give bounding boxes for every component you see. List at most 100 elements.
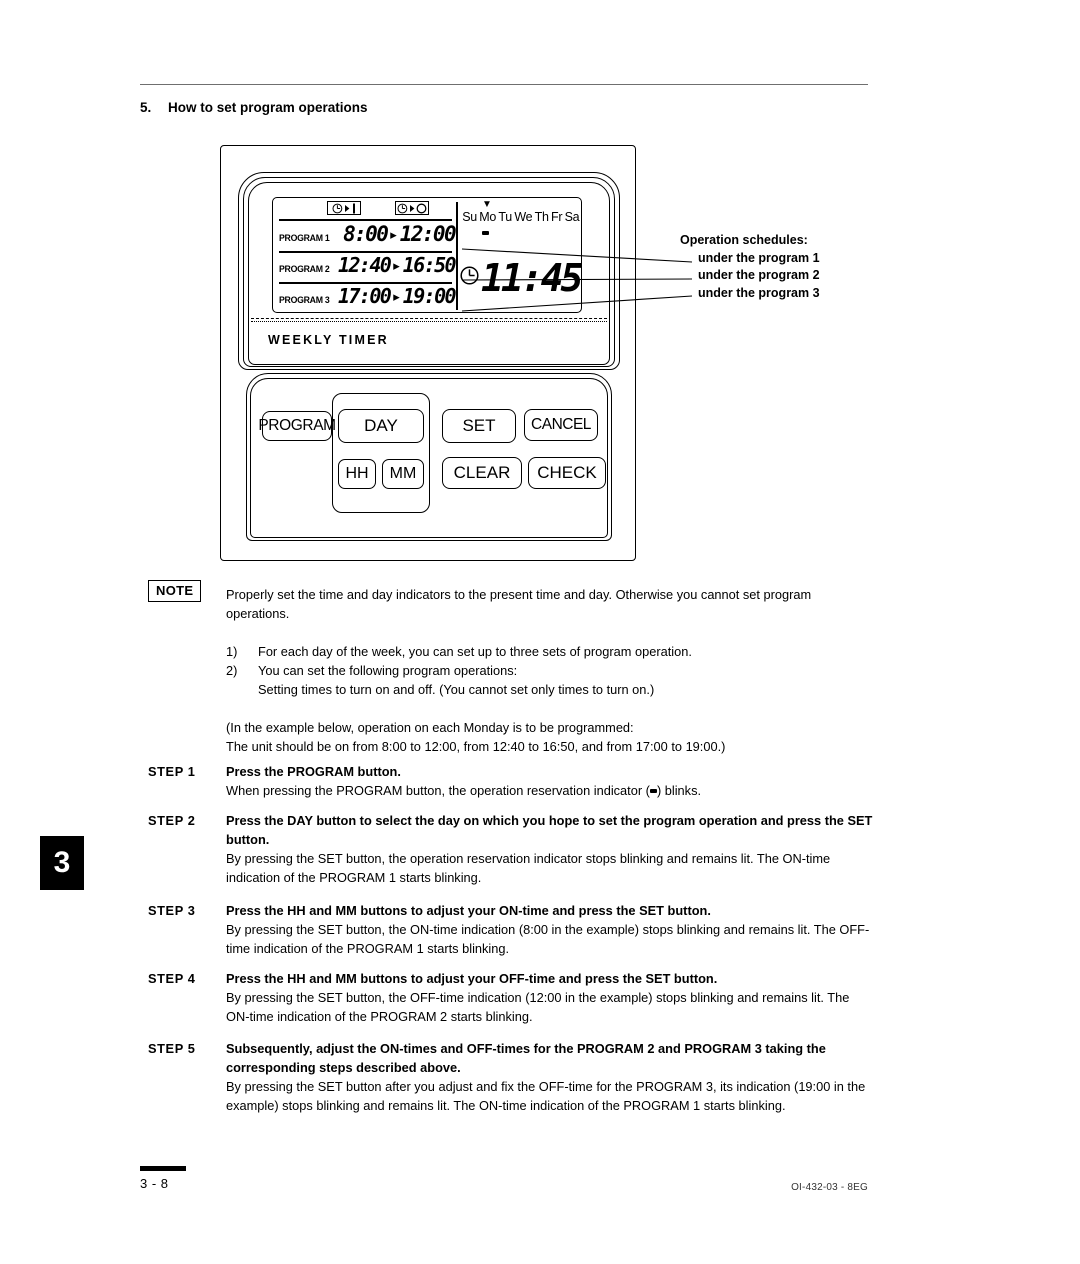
lcd-panel: PROGRAM 1 8:00 ▸ 12:00 PROGRAM 2 12:40 ▸…	[272, 197, 583, 313]
reservation-indicator-dot	[482, 231, 489, 235]
day-we: We	[514, 210, 533, 224]
note-body: Properly set the time and day indicators…	[226, 585, 876, 756]
section-heading: 5. How to set program operations	[140, 100, 368, 115]
step-label: STEP 5	[148, 1041, 196, 1056]
program-label: PROGRAM 1	[279, 233, 330, 244]
day-su: Su	[462, 210, 477, 224]
program-times: 17:00 ▸ 19:00	[329, 284, 457, 308]
note-item-text: You can set the following program operat…	[258, 663, 518, 678]
clock-icon	[460, 266, 479, 290]
mm-button[interactable]: MM	[382, 459, 424, 489]
note-paragraph: Properly set the time and day indicators…	[226, 587, 812, 621]
clear-button[interactable]: CLEAR	[442, 457, 522, 489]
program-on-time: 12:40	[338, 253, 392, 277]
weekly-timer-illustration: WEEKLY TIMER PROGRAM 1 8:00 ▸ 12:00 PROG…	[220, 145, 638, 563]
note-example-line-1: (In the example below, operation on each…	[226, 720, 634, 735]
set-button[interactable]: SET	[442, 409, 516, 443]
page-title: How to set program operations	[168, 100, 368, 115]
footer-page-number: 3 - 8	[140, 1176, 169, 1191]
note-example-line-2: The unit should be on from 8:00 to 12:00…	[226, 739, 726, 754]
step-detail: By pressing the SET button after you adj…	[226, 1079, 866, 1113]
note-item-marker: 1)	[226, 644, 238, 659]
reservation-indicator-glyph	[649, 788, 657, 793]
step-label: STEP 1	[148, 764, 196, 779]
program-label: PROGRAM 3	[279, 295, 330, 306]
step-detail-pre: When pressing the PROGRAM button, the op…	[226, 783, 650, 798]
brand-label: WEEKLY TIMER	[268, 333, 389, 347]
step-detail: When pressing the PROGRAM button, the op…	[226, 783, 701, 798]
housing-seam-line-2	[251, 321, 607, 322]
program-button[interactable]: PROGRAM	[258, 411, 336, 441]
note-item-marker: 2)	[226, 663, 238, 678]
step-detail: By pressing the SET button, the OFF-time…	[226, 990, 850, 1024]
note-item-2-continued: Setting times to turn on and off. (You c…	[226, 680, 876, 699]
step-label: STEP 2	[148, 813, 196, 828]
clock-to-circle-icon	[395, 201, 429, 215]
note-item-2: 2) You can set the following program ope…	[226, 661, 876, 680]
step-1: STEP 1 Press the PROGRAM button. When pr…	[148, 762, 876, 800]
step-title: Press the HH and MM buttons to adjust yo…	[226, 903, 711, 918]
lcd-vertical-divider	[456, 202, 459, 310]
lcd-program-section: PROGRAM 1 8:00 ▸ 12:00 PROGRAM 2 12:40 ▸…	[273, 198, 457, 312]
current-time-value: 11:45	[481, 256, 583, 300]
day-tu: Tu	[498, 210, 512, 224]
program-on-time: 8:00	[343, 222, 389, 246]
lcd-program-row: PROGRAM 3 17:00 ▸ 19:00	[273, 282, 457, 312]
note-item-text: For each day of the week, you can set up…	[258, 644, 692, 659]
chapter-tab: 3	[40, 836, 84, 890]
step-5: STEP 5 Subsequently, adjust the ON-times…	[148, 1039, 876, 1115]
program-off-time: 16:50	[402, 253, 457, 277]
step-title: Press the HH and MM buttons to adjust yo…	[226, 971, 718, 986]
day-th: Th	[534, 210, 549, 224]
callout-line-2: under the program 2	[698, 268, 820, 282]
callout-block: Operation schedules: under the program 1…	[680, 232, 820, 302]
button-panel: PROGRAM DAY SET CANCEL HH MM CLEAR CHECK	[258, 393, 606, 513]
day-selector-marker-icon: ▼	[482, 199, 492, 210]
section-number: 5.	[140, 100, 152, 115]
note-badge: NOTE	[148, 580, 202, 602]
day-sa: Sa	[564, 210, 580, 224]
step-title: Press the DAY button to select the day o…	[226, 813, 873, 847]
footer-rule	[140, 1166, 186, 1171]
step-detail: By pressing the SET button, the operatio…	[226, 851, 831, 885]
lcd-program-row: PROGRAM 1 8:00 ▸ 12:00	[273, 220, 457, 250]
current-time-row: 11:45	[460, 254, 583, 302]
housing-seam-line	[251, 318, 607, 319]
day-mo: Mo	[479, 210, 497, 224]
callout-line-3: under the program 3	[698, 285, 820, 300]
program-off-time: 19:00	[402, 284, 457, 308]
note-item-1: 1) For each day of the week, you can set…	[226, 642, 876, 661]
step-detail: By pressing the SET button, the ON-time …	[226, 922, 870, 956]
lcd-day-clock-section: ▼ Su Mo Tu We Th Fr Sa 11:45	[459, 198, 583, 312]
step-title: Press the PROGRAM button.	[226, 764, 401, 779]
hh-button[interactable]: HH	[338, 459, 376, 489]
day-of-week-row: Su Mo Tu We Th Fr Sa	[461, 210, 581, 224]
clock-to-bar-icon	[327, 201, 361, 215]
check-button[interactable]: CHECK	[528, 457, 606, 489]
cancel-button[interactable]: CANCEL	[524, 409, 598, 441]
step-title: Subsequently, adjust the ON-times and OF…	[226, 1041, 826, 1075]
note-item-continued-text: Setting times to turn on and off. (You c…	[258, 682, 655, 697]
program-times: 8:00 ▸ 12:00	[329, 222, 457, 246]
program-on-time: 17:00	[338, 284, 392, 308]
page-header-rule	[140, 84, 868, 85]
day-button[interactable]: DAY	[338, 409, 424, 443]
program-label: PROGRAM 2	[279, 264, 330, 275]
lcd-program-row: PROGRAM 2 12:40 ▸ 16:50	[273, 251, 457, 281]
program-off-time: 12:00	[399, 222, 457, 246]
program-times: 12:40 ▸ 16:50	[329, 253, 457, 277]
arrow-right-icon: ▸	[390, 227, 397, 242]
lcd-icon-row	[273, 201, 456, 217]
arrow-right-icon: ▸	[393, 257, 400, 273]
step-label: STEP 3	[148, 903, 196, 918]
step-4: STEP 4 Press the HH and MM buttons to ad…	[148, 969, 876, 1026]
callout-heading: Operation schedules:	[680, 233, 808, 247]
step-2: STEP 2 Press the DAY button to select th…	[148, 811, 876, 887]
step-detail-post: ) blinks.	[656, 783, 702, 798]
footer-document-code: OI-432-03 - 8EG	[791, 1182, 868, 1193]
day-fr: Fr	[551, 210, 563, 224]
step-label: STEP 4	[148, 971, 196, 986]
